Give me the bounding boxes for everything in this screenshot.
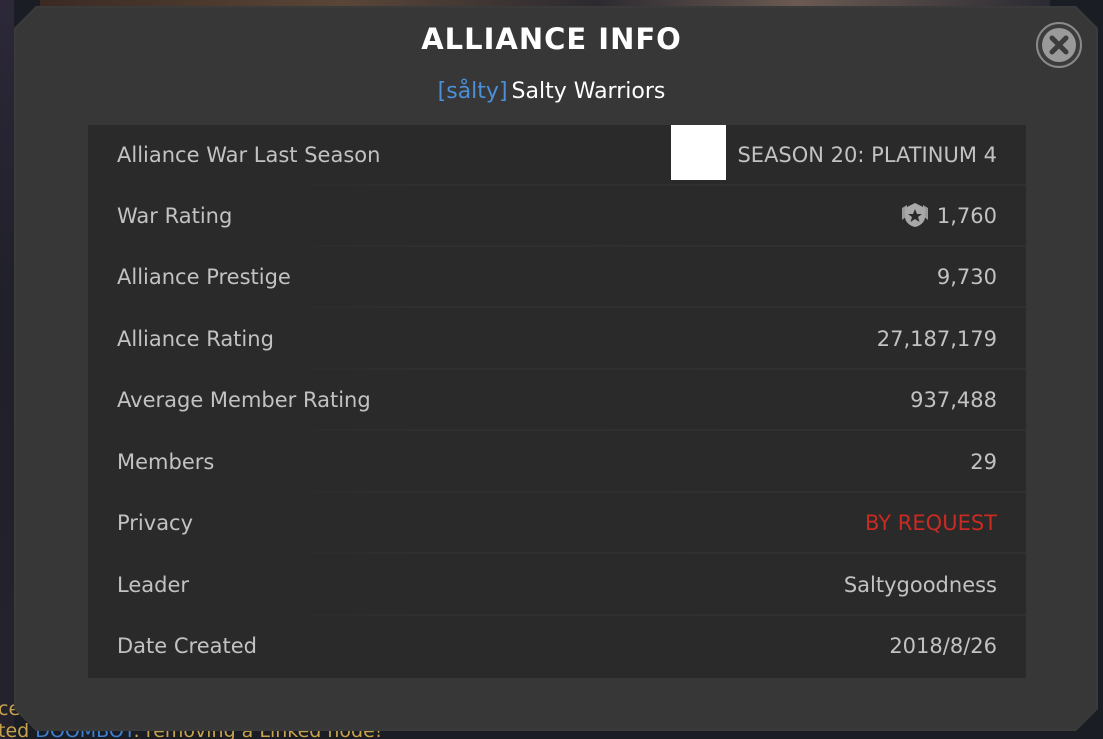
row-value: 29 [970, 450, 997, 474]
row-war-rating: War Rating 1,760 [88, 186, 1026, 247]
leader-name[interactable]: Saltygoodness [844, 555, 997, 616]
row-divider [88, 552, 1026, 554]
row-value-group: 1,760 [899, 186, 997, 247]
privacy-status: BY REQUEST [865, 511, 997, 535]
row-value: 2018/8/26 [889, 634, 997, 658]
row-alliance-prestige: Alliance Prestige 9,730 [88, 247, 1026, 308]
row-label: Alliance Rating [117, 327, 274, 351]
row-label: Alliance War Last Season [117, 143, 381, 167]
close-icon [1042, 28, 1076, 62]
row-label: Date Created [117, 634, 257, 658]
row-value: 27,187,179 [876, 327, 997, 351]
row-label: Members [117, 450, 215, 474]
row-value: SEASON 20: PLATINUM 4 [737, 143, 997, 167]
row-average-member-rating: Average Member Rating 937,488 [88, 370, 1026, 431]
row-value: 9,730 [936, 265, 997, 289]
row-label: Alliance Prestige [117, 265, 291, 289]
chat-line-2-prefix: ted [0, 720, 30, 739]
close-button[interactable] [1036, 22, 1082, 68]
war-rating-value: 1,760 [936, 204, 997, 228]
row-divider [88, 429, 1026, 431]
row-alliance-war-last-season: Alliance War Last Season SEASON 20: PLAT… [88, 125, 1026, 186]
dialog-title: ALLIANCE INFO [421, 22, 682, 56]
row-label: Leader [117, 573, 190, 597]
row-members: Members 29 [88, 432, 1026, 493]
alliance-tag: [sålty] [437, 79, 508, 104]
alliance-name-line: [sålty] Salty Warriors [0, 79, 1103, 104]
row-value: 937,488 [910, 388, 997, 412]
war-rating-icon [901, 203, 928, 227]
alliance-name: Salty Warriors [511, 79, 666, 104]
row-privacy: Privacy BY REQUEST [88, 493, 1026, 554]
season-tier-badge [671, 125, 726, 180]
alliance-info-table: Alliance War Last Season SEASON 20: PLAT… [88, 125, 1026, 678]
row-label: War Rating [117, 204, 233, 228]
background-left-edge [0, 0, 14, 739]
row-label: Average Member Rating [117, 388, 371, 412]
row-leader: Leader Saltygoodness [88, 555, 1026, 616]
row-label: Privacy [117, 511, 194, 535]
row-alliance-rating: Alliance Rating 27,187,179 [88, 309, 1026, 370]
row-divider [88, 306, 1026, 308]
row-date-created: Date Created 2018/8/26 [88, 616, 1026, 677]
